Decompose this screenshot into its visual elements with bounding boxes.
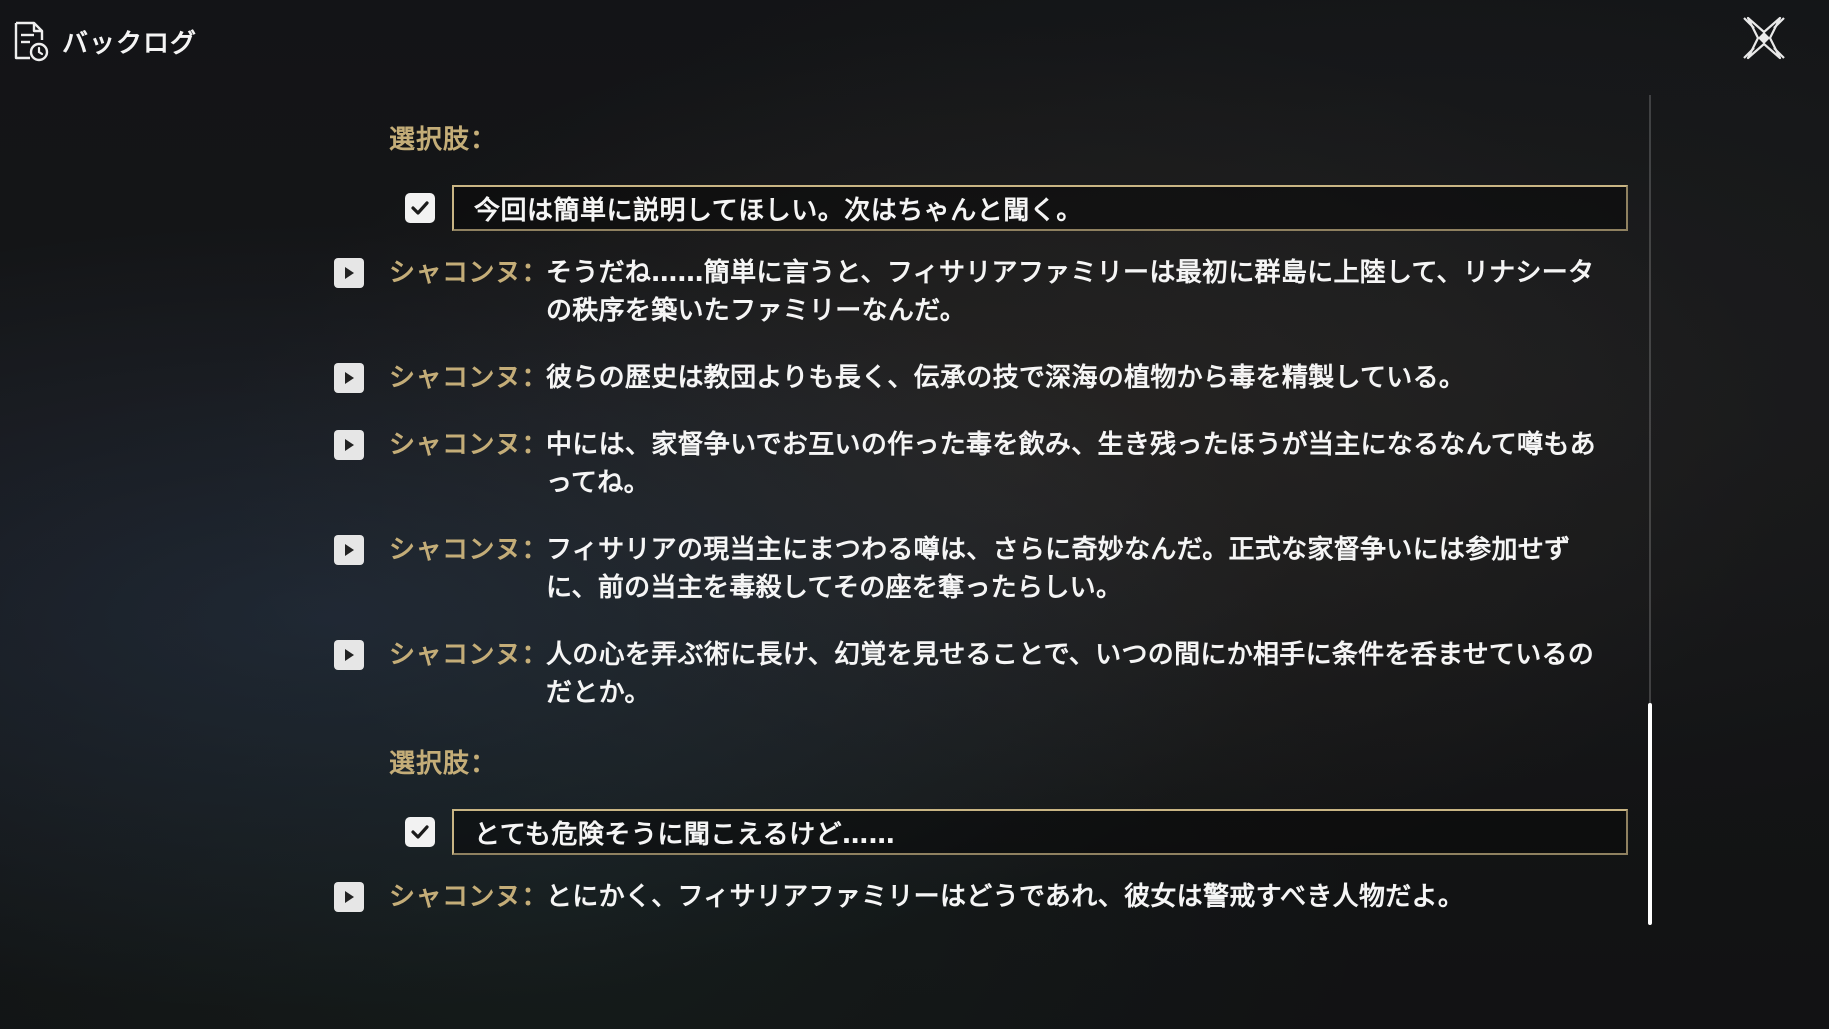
- speaker-name: シャコンヌ：: [389, 640, 549, 670]
- dialogue-line: シャコンヌ： とにかく、フィサリアファミリーはどうであれ、彼女は警戒すべき人物だ…: [334, 878, 1616, 916]
- play-icon: [345, 891, 354, 903]
- speaker-name: シャコンヌ：: [389, 882, 549, 912]
- choice-header: 選択肢：: [389, 749, 498, 779]
- play-voice-button[interactable]: [334, 258, 364, 288]
- play-voice-button[interactable]: [334, 535, 364, 565]
- choice-header: 選択肢：: [389, 125, 498, 155]
- dialogue-line: シャコンヌ： 彼らの歴史は教団よりも長く、伝承の技で深海の植物から毒を精製してい…: [334, 359, 1616, 397]
- dialogue-line: シャコンヌ： 人の心を弄ぶ術に長け、幻覚を見せることで、いつの間にか相手に条件を…: [334, 636, 1616, 712]
- dialogue-text: フィサリアの現当主にまつわる噂は、さらに奇妙なんだ。正式な家督争いには参加せずに…: [546, 535, 1571, 603]
- choice-row: 今回は簡単に説明してほしい。次はちゃんと聞く。: [405, 185, 1628, 231]
- dialogue-text: 中には、家督争いでお互いの作った毒を飲み、生き残ったほうが当主になるなんて噂もあ…: [546, 430, 1596, 498]
- play-icon: [345, 267, 354, 279]
- dialogue-text: 彼らの歴史は教団よりも長く、伝承の技で深海の植物から毒を精製している。: [546, 363, 1466, 393]
- speaker-name: シャコンヌ：: [389, 535, 549, 565]
- play-voice-button[interactable]: [334, 882, 364, 912]
- checkbox-checked-icon: [405, 193, 435, 223]
- play-icon: [345, 439, 354, 451]
- speaker-name: シャコンヌ：: [389, 363, 549, 393]
- speaker-name: シャコンヌ：: [389, 258, 549, 288]
- selected-choice: とても危険そうに聞こえるけど……: [452, 809, 1628, 855]
- dialogue-line: シャコンヌ： 中には、家督争いでお互いの作った毒を飲み、生き残ったほうが当主にな…: [334, 426, 1616, 502]
- backlog-list: 選択肢： 今回は簡単に説明してほしい。次はちゃんと聞く。 シャコンヌ： そうだね…: [0, 0, 1829, 1029]
- play-icon: [345, 372, 354, 384]
- play-voice-button[interactable]: [334, 430, 364, 460]
- dialogue-line: シャコンヌ： そうだね……簡単に言うと、フィサリアファミリーは最初に群島に上陸し…: [334, 254, 1616, 330]
- play-icon: [345, 544, 354, 556]
- choice-row: とても危険そうに聞こえるけど……: [405, 809, 1628, 855]
- play-icon: [345, 649, 354, 661]
- selected-choice: 今回は簡単に説明してほしい。次はちゃんと聞く。: [452, 185, 1628, 231]
- dialogue-text: 人の心を弄ぶ術に長け、幻覚を見せることで、いつの間にか相手に条件を呑ませているの…: [546, 640, 1595, 708]
- dialogue-line: シャコンヌ： フィサリアの現当主にまつわる噂は、さらに奇妙なんだ。正式な家督争い…: [334, 531, 1616, 607]
- play-voice-button[interactable]: [334, 363, 364, 393]
- checkbox-checked-icon: [405, 817, 435, 847]
- dialogue-text: そうだね……簡単に言うと、フィサリアファミリーは最初に群島に上陸して、リナシータ…: [546, 258, 1595, 326]
- dialogue-text: とにかく、フィサリアファミリーはどうであれ、彼女は警戒すべき人物だよ。: [546, 882, 1465, 912]
- speaker-name: シャコンヌ：: [389, 430, 549, 460]
- play-voice-button[interactable]: [334, 640, 364, 670]
